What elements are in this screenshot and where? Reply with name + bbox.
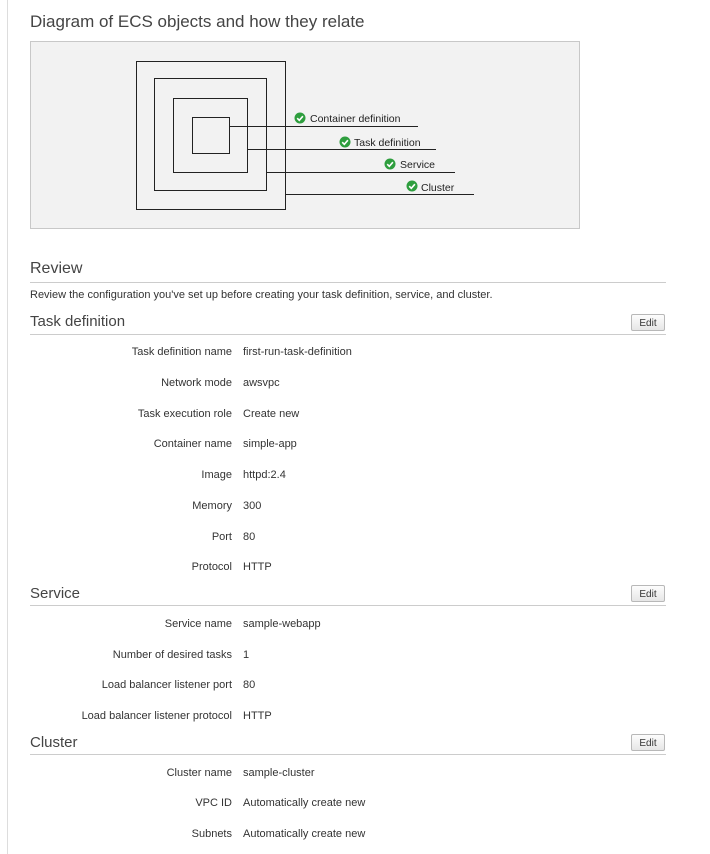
summary-row: Task definition name first-run-task-defi…	[0, 346, 700, 362]
check-circle-icon	[406, 180, 418, 192]
summary-row: Service name sample-webapp	[0, 618, 700, 634]
summary-row: Cluster name sample-cluster	[0, 767, 700, 783]
service-divider	[30, 605, 666, 606]
task-definition-label: Task definition	[354, 137, 421, 149]
row-value: sample-webapp	[243, 618, 321, 630]
row-value: Automatically create new	[243, 797, 366, 809]
edit-service-button[interactable]: Edit	[631, 585, 665, 602]
row-value: simple-app	[243, 438, 297, 450]
row-label: Cluster name	[166, 767, 232, 779]
summary-row: Load balancer listener protocol HTTP	[0, 710, 700, 726]
row-value: 80	[243, 679, 256, 691]
summary-row: Task execution role Create new	[0, 408, 700, 424]
check-circle-icon	[384, 158, 396, 170]
task-definition-box	[173, 98, 248, 173]
row-value: httpd:2.4	[243, 469, 286, 481]
row-label: Load balancer listener protocol	[81, 710, 232, 722]
check-circle-icon	[294, 112, 306, 124]
edit-cluster-button[interactable]: Edit	[631, 734, 665, 751]
row-value: Create new	[243, 408, 300, 420]
row-label: Number of desired tasks	[112, 649, 232, 661]
row-label: Network mode	[161, 377, 232, 389]
cluster-box	[136, 61, 286, 210]
row-value: 300	[243, 500, 262, 512]
cluster-section-title: Cluster	[30, 734, 78, 751]
summary-row: Port 80	[0, 531, 700, 547]
summary-row: Image httpd:2.4	[0, 469, 700, 485]
cluster-label: Cluster	[421, 182, 455, 194]
row-value: Automatically create new	[243, 828, 366, 840]
row-value: HTTP	[243, 710, 272, 722]
service-section-title: Service	[30, 585, 81, 602]
task-definition-divider	[30, 334, 666, 335]
summary-row: Subnets Automatically create new	[0, 828, 700, 844]
row-label: Subnets	[191, 828, 232, 840]
summary-row: Container name simple-app	[0, 438, 700, 454]
edit-task-definition-button[interactable]: Edit	[631, 314, 665, 331]
diagram-title: Diagram of ECS objects and how they rela…	[30, 12, 365, 31]
container-definition-box	[192, 117, 230, 154]
cluster-divider	[30, 754, 666, 755]
review-divider	[30, 282, 666, 283]
summary-row: Protocol HTTP	[0, 561, 700, 577]
check-circle-icon	[339, 136, 351, 148]
row-label: VPC ID	[195, 797, 232, 809]
service-label: Service	[400, 159, 435, 171]
review-title: Review	[30, 260, 83, 277]
row-value: 1	[243, 649, 250, 661]
row-label: Container name	[153, 438, 232, 450]
row-label: Memory	[192, 500, 232, 512]
row-label: Service name	[164, 618, 232, 630]
row-value: awsvpc	[243, 377, 280, 389]
row-label: Port	[211, 531, 232, 543]
review-description: Review the configuration you've set up b…	[30, 289, 493, 301]
row-value: first-run-task-definition	[243, 346, 352, 358]
row-label: Task execution role	[137, 408, 232, 420]
row-label: Task definition name	[131, 346, 232, 358]
service-box	[154, 78, 267, 191]
summary-row: VPC ID Automatically create new	[0, 797, 700, 813]
summary-row: Memory 300	[0, 500, 700, 516]
task-definition-section-title: Task definition	[30, 313, 126, 330]
ecs-diagram-svg: Container definition Task definition Ser…	[136, 61, 474, 210]
row-label: Image	[201, 469, 232, 481]
row-label: Load balancer listener port	[101, 679, 232, 691]
summary-row: Load balancer listener port 80	[0, 679, 700, 695]
container-definition-label: Container definition	[310, 113, 401, 125]
row-value: HTTP	[243, 561, 272, 573]
summary-row: Network mode awsvpc	[0, 377, 700, 393]
summary-row: Number of desired tasks 1	[0, 649, 700, 665]
ecs-diagram: Container definition Task definition Ser…	[30, 41, 580, 229]
row-value: 80	[243, 531, 256, 543]
row-value: sample-cluster	[243, 767, 315, 779]
row-label: Protocol	[191, 561, 232, 573]
